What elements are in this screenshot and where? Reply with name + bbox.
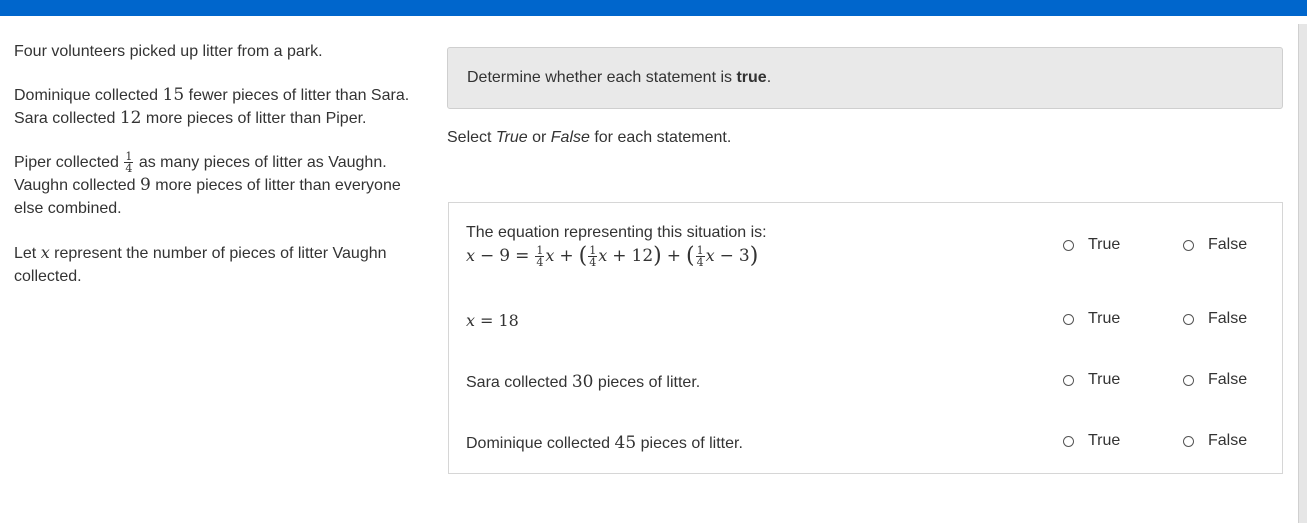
true-label[interactable]: True	[1088, 310, 1120, 328]
instruction-false-word: False	[550, 129, 590, 146]
math-number: 15	[162, 85, 185, 105]
passage-text: Four volunteers picked up litter from a …	[14, 43, 323, 60]
false-label[interactable]: False	[1208, 371, 1247, 389]
statement-3-true-option[interactable]: True	[1063, 371, 1120, 389]
eq-operator: +	[559, 246, 574, 266]
math-variable: x	[40, 243, 50, 263]
radio-true-4[interactable]	[1063, 435, 1074, 447]
prompt-end: .	[766, 69, 772, 86]
radio-true-3[interactable]	[1063, 374, 1074, 386]
equation: x −9 = 1 4 x +(1 4 x +12) +(1 4 x −3)	[466, 244, 767, 268]
eq-variable: x	[466, 311, 476, 330]
eq-operator: =	[480, 311, 494, 330]
eq-number: 9	[499, 246, 511, 266]
eq-variable: x	[545, 246, 555, 265]
statement-row-4: Dominique collected 45 pieces of litter.…	[466, 432, 1266, 456]
radio-false-2[interactable]	[1183, 313, 1194, 325]
passage-text: Let	[14, 245, 41, 263]
eq-number: 18	[498, 311, 519, 330]
statement-3-false-option[interactable]: False	[1183, 371, 1247, 389]
fraction-denominator: 4	[125, 162, 133, 176]
eq-variable: x	[466, 246, 476, 265]
true-label[interactable]: True	[1088, 432, 1120, 450]
statement-4-true-option[interactable]: True	[1063, 432, 1120, 450]
eq-number: 3	[738, 246, 750, 266]
eq-variable: x	[705, 246, 715, 265]
eq-operator: +	[612, 246, 627, 266]
statement-4-false-option[interactable]: False	[1183, 432, 1247, 450]
passage-paragraph-3: Piper collected 14 as many pieces of lit…	[14, 151, 414, 220]
math-number: 12	[119, 108, 142, 128]
instruction-text: Select	[447, 129, 496, 146]
statement-1-text: The equation representing this situation…	[466, 224, 767, 241]
radio-true-1[interactable]	[1063, 239, 1074, 251]
false-label[interactable]: False	[1208, 432, 1247, 450]
instruction-true-word: True	[495, 129, 528, 146]
fraction-denominator: 4	[696, 256, 704, 269]
fraction: 14	[124, 151, 134, 176]
statement-2-true-option[interactable]: True	[1063, 310, 1120, 328]
passage-paragraph-4: Let x represent the number of pieces of …	[14, 241, 414, 288]
vertical-scrollbar[interactable]	[1298, 24, 1307, 523]
eq-operator: −	[719, 246, 734, 266]
passage-text: more pieces of litter than Piper.	[141, 110, 367, 127]
eq-paren: (	[578, 243, 588, 269]
math-number: 9	[140, 175, 151, 196]
statement-row-3: Sara collected 30 pieces of litter. True…	[466, 371, 1266, 395]
instruction: Select True or False for each statement.	[447, 129, 731, 147]
prompt-text: Determine whether each statement is	[467, 69, 737, 86]
passage-text: Piper collected	[14, 154, 124, 171]
statement-1-false-option[interactable]: False	[1183, 236, 1247, 254]
statement-row-1: The equation representing this situation…	[466, 221, 1266, 277]
eq-operator: =	[515, 246, 530, 266]
statement-text: Dominique collected	[466, 435, 615, 452]
eq-paren: )	[749, 243, 759, 269]
prompt-bold-word: true	[736, 69, 767, 86]
eq-operator: −	[480, 246, 495, 266]
eq-fraction: 14	[588, 245, 598, 269]
fraction-denominator: 4	[536, 256, 544, 269]
false-label[interactable]: False	[1208, 236, 1247, 254]
statement-text: pieces of litter.	[636, 435, 743, 452]
statement-1: The equation representing this situation…	[466, 221, 767, 268]
statement-2: x = 18	[466, 309, 519, 332]
fraction-denominator: 4	[589, 256, 597, 269]
passage-paragraph-1: Four volunteers picked up litter from a …	[14, 40, 414, 63]
math-number: 30	[571, 372, 594, 392]
instruction-text: or	[527, 129, 551, 146]
passage-text: represent the number of pieces of litter…	[14, 245, 387, 286]
math-number: 45	[614, 433, 637, 453]
statement-3: Sara collected 30 pieces of litter.	[466, 371, 700, 394]
radio-false-3[interactable]	[1183, 374, 1194, 386]
prompt-box: Determine whether each statement is true…	[447, 47, 1283, 109]
radio-false-1[interactable]	[1183, 239, 1194, 251]
eq-number: 12	[631, 246, 654, 266]
top-bar	[0, 0, 1307, 16]
passage-paragraph-2: Dominique collected 15 fewer pieces of l…	[14, 84, 414, 130]
eq-paren: )	[653, 243, 662, 269]
statement-2-false-option[interactable]: False	[1183, 310, 1247, 328]
radio-true-2[interactable]	[1063, 313, 1074, 325]
eq-variable: x	[598, 246, 608, 265]
statement-4: Dominique collected 45 pieces of litter.	[466, 432, 743, 455]
statement-row-2: x = 18 True False	[466, 309, 1266, 333]
statement-table: The equation representing this situation…	[448, 202, 1283, 474]
statement-text: Sara collected	[466, 374, 572, 391]
passage-text: Dominique collected	[14, 87, 163, 104]
true-label[interactable]: True	[1088, 371, 1120, 389]
eq-operator: +	[666, 246, 681, 266]
statement-text: pieces of litter.	[593, 374, 701, 391]
instruction-text: for each statement.	[589, 129, 732, 146]
eq-paren: (	[686, 243, 695, 269]
statement-1-true-option[interactable]: True	[1063, 236, 1120, 254]
eq-fraction: 14	[695, 245, 705, 269]
radio-false-4[interactable]	[1183, 435, 1194, 447]
false-label[interactable]: False	[1208, 310, 1247, 328]
passage: Four volunteers picked up litter from a …	[14, 40, 414, 309]
true-label[interactable]: True	[1088, 236, 1120, 254]
eq-fraction: 14	[535, 245, 545, 269]
